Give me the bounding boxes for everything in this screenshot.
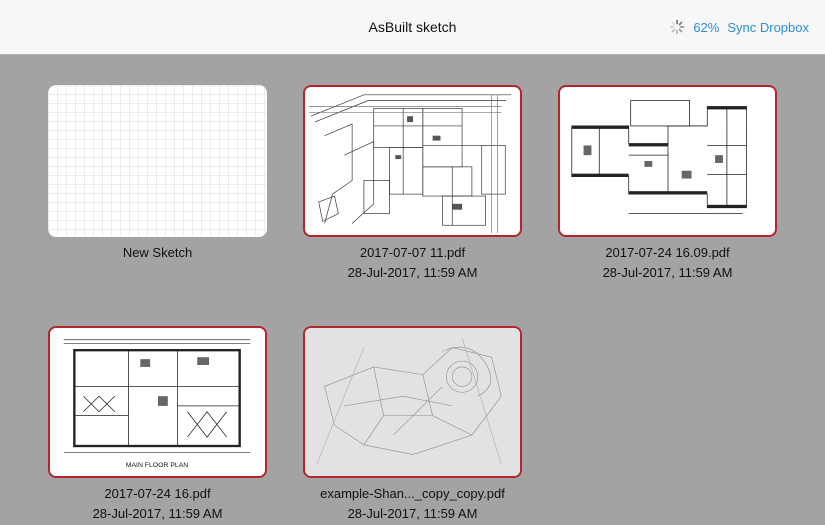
scanned-plan-thumbnail-icon [305,328,520,476]
tile-date: 28-Jul-2017, 11:59 AM [347,506,478,521]
file-tile[interactable]: MAIN FLOOR PLAN 2017-07-24 16.pdf 28-Jul… [48,326,267,524]
tile-name: 2017-07-24 16.pdf [104,486,211,501]
floor-plan-thumbnail-icon: MAIN FLOOR PLAN [63,339,251,469]
tile-date: 28-Jul-2017, 11:59 AM [347,265,478,280]
new-sketch-thumbnail[interactable] [48,85,267,237]
sync-dropbox-button[interactable]: Sync Dropbox [727,20,809,35]
sync-area: 62% Sync Dropbox [669,19,809,35]
tile-name: New Sketch [122,245,193,260]
file-thumbnail[interactable] [303,85,522,237]
file-tile[interactable]: 2017-07-24 16.09.pdf 28-Jul-2017, 11:59 … [558,85,777,283]
tile-date: 28-Jul-2017, 11:59 AM [92,506,223,521]
floor-plan-thumbnail-icon [308,94,512,234]
file-thumbnail[interactable]: MAIN FLOOR PLAN [48,326,267,478]
file-tile[interactable]: example-Shan..._copy_copy.pdf 28-Jul-201… [303,326,522,524]
loading-spinner-icon [670,19,685,35]
floor-plan-thumbnail-icon [571,100,747,214]
tile-date: 28-Jul-2017, 11:59 AM [602,265,733,280]
plan-label: MAIN FLOOR PLAN [126,462,189,469]
nav-bar: AsBuilt sketch 62% Sync Dropbox [0,0,825,55]
file-thumbnail[interactable] [303,326,522,478]
tile-name: 2017-07-24 16.09.pdf [605,245,730,260]
file-thumbnail[interactable] [558,85,777,237]
tile-name: example-Shan..._copy_copy.pdf [320,486,505,501]
sync-progress-text: 62% [693,19,720,35]
tile-name: 2017-07-07 11.pdf [359,245,466,260]
new-sketch-tile[interactable]: New Sketch [48,85,267,263]
file-tile[interactable]: 2017-07-07 11.pdf 28-Jul-2017, 11:59 AM [303,85,522,283]
